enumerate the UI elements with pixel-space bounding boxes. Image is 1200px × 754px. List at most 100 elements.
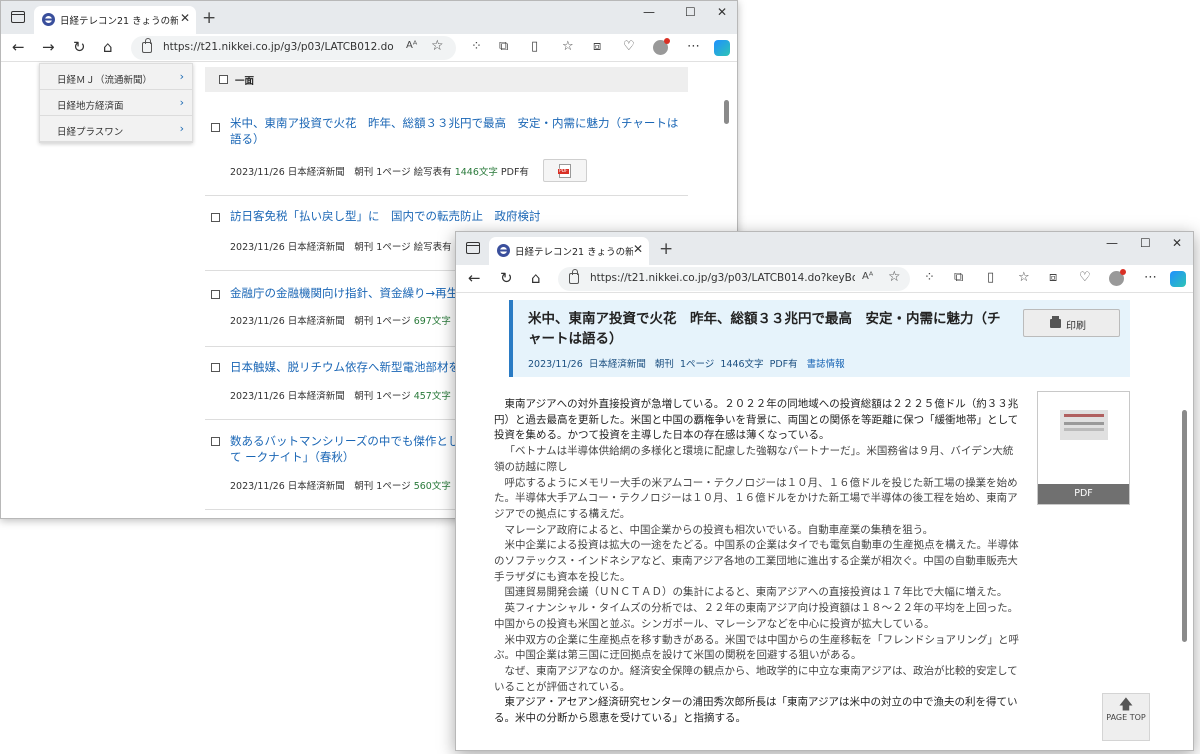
article-checkbox[interactable]	[211, 213, 220, 222]
section-checkbox[interactable]	[219, 75, 228, 84]
minimize-icon[interactable]: —	[643, 5, 655, 19]
profile-avatar[interactable]	[653, 38, 670, 55]
pdf-button[interactable]	[543, 159, 587, 182]
paragraph: 東アジア・アセアン経済研究センターの浦田秀次郎所長は「東南アジアは米中の対立の中…	[494, 696, 1018, 725]
back-icon[interactable]: ←	[12, 38, 25, 56]
print-button[interactable]: 印刷	[1023, 309, 1120, 337]
read-aloud-icon[interactable]: Aᴬ	[862, 271, 873, 282]
close-tab-icon[interactable]: ✕	[633, 242, 643, 256]
read-aloud-icon[interactable]: Aᴬ	[406, 40, 417, 51]
chevron-right-icon: ›	[179, 96, 184, 109]
favorite-star-icon[interactable]: ☆	[431, 38, 444, 54]
new-tab-icon[interactable]: +	[202, 8, 216, 28]
menu-item-label: 日経地方経済面	[57, 101, 124, 112]
scrollbar-thumb[interactable]	[1182, 410, 1187, 642]
favorites-icon[interactable]: ☆	[562, 39, 574, 54]
lock-icon	[569, 269, 579, 284]
article-meta: 2023/11/26 日本経済新聞 朝刊 1ページ 1446文字 PDF有 書誌…	[528, 359, 845, 370]
section-label: 一面	[235, 76, 255, 87]
refresh-icon[interactable]: ↻	[500, 269, 513, 287]
article-checkbox[interactable]	[211, 123, 220, 132]
maximize-icon[interactable]: ☐	[1140, 236, 1151, 250]
tab-headlines[interactable]: 日経テレコン21 きょうの新聞-見出し ✕	[34, 6, 196, 34]
close-window-icon[interactable]: ✕	[1172, 236, 1182, 250]
url-text: https://t21.nikkei.co.jp/g3/p03/LATCB012…	[163, 41, 394, 53]
tab-actions-icon[interactable]	[11, 11, 25, 23]
tab-title: 日経テレコン21 きょうの新聞-本文	[515, 247, 633, 258]
menu-item-plus-one[interactable]: 日経プラスワン ›	[40, 116, 192, 142]
article-headline: 米中、東南ア投資で火花 昨年、総額３３兆円で最高 安定・内需に魅力（チャートは語…	[528, 311, 1001, 347]
favorites-icon[interactable]: ☆	[1018, 270, 1030, 285]
menu-item-label: 日経プラスワン	[57, 127, 124, 138]
article-title-link[interactable]: 訪日客免税「払い戻し型」に 国内での転売防止 政府検討	[230, 208, 680, 224]
maximize-icon[interactable]: ☐	[685, 5, 696, 19]
home-icon[interactable]: ⌂	[531, 269, 541, 287]
article-checkbox[interactable]	[211, 290, 220, 299]
home-icon[interactable]: ⌂	[103, 38, 113, 56]
extension-icon[interactable]: ⁘	[471, 39, 482, 54]
article-checkbox[interactable]	[211, 437, 220, 446]
more-menu-icon[interactable]: ⋯	[1144, 270, 1157, 285]
collections-icon[interactable]: ⧈	[1049, 270, 1057, 285]
browser-essentials-icon[interactable]: ♡	[1079, 270, 1091, 285]
chevron-right-icon: ›	[179, 70, 184, 83]
new-tab-icon[interactable]: +	[659, 239, 673, 259]
more-menu-icon[interactable]: ⋯	[687, 39, 700, 54]
article-meta: 2023/11/26 日本経済新聞 朝刊 1ページ 697文字	[230, 316, 451, 327]
address-toolbar: ← → ↻ ⌂ https://t21.nikkei.co.jp/g3/p03/…	[1, 34, 737, 62]
menu-item-label: 日経ＭＪ（流通新聞）	[57, 75, 153, 86]
nikkei-favicon-icon	[497, 244, 510, 257]
collections-icon[interactable]: ⧈	[593, 39, 601, 54]
tab-title: 日経テレコン21 きょうの新聞-見出し	[60, 16, 178, 27]
address-toolbar: ← ↻ ⌂ https://t21.nikkei.co.jp/g3/p03/LA…	[456, 265, 1193, 293]
paragraph: 米中企業による投資は拡大の一途をたどる。中国系の企業はタイでも電気自動車の生産拠…	[494, 539, 1019, 583]
bibliographic-info-link[interactable]: 書誌情報	[807, 359, 845, 370]
tab-article[interactable]: 日経テレコン21 きょうの新聞-本文 ✕	[489, 237, 649, 265]
forward-icon[interactable]: →	[42, 38, 55, 56]
article-header: 米中、東南ア投資で火花 昨年、総額３３兆円で最高 安定・内需に魅力（チャートは語…	[509, 300, 1130, 377]
menu-item-regional[interactable]: 日経地方経済面 ›	[40, 90, 192, 116]
tab-strip: 日経テレコン21 きょうの新聞-見出し ✕ + — ☐ ✕	[1, 1, 737, 34]
article-title-link[interactable]: 数あるバットマンシリーズの中でも傑作として ークナイト」（春秋）	[230, 433, 470, 465]
address-bar[interactable]: https://t21.nikkei.co.jp/g3/p03/LATCB014…	[558, 267, 910, 291]
split-screen-icon[interactable]: ▯	[987, 270, 994, 285]
paragraph: 英フィナンシャル・タイムズの分析では、２２年の東南アジア向け投資額は１８～２２年…	[494, 602, 1019, 630]
browser-window-article: 日経テレコン21 きょうの新聞-本文 ✕ + — ☐ ✕ ← ↻ ⌂ https…	[455, 231, 1194, 751]
back-icon[interactable]: ←	[468, 269, 481, 287]
article-meta: 2023/11/26 日本経済新聞 朝刊 1ページ 560文字	[230, 481, 451, 492]
paragraph: 呼応するようにメモリー大手の米アムコー・テクノロジーは１０月、１６億ドルを投じた…	[494, 476, 1018, 520]
extensions-puzzle-icon[interactable]: ⧉	[954, 270, 963, 285]
tab-actions-icon[interactable]	[466, 242, 480, 254]
split-screen-icon[interactable]: ▯	[531, 39, 538, 54]
article-item: 米中、東南ア投資で火花 昨年、総額３３兆円で最高 安定・内需に魅力（チャートは語…	[205, 115, 688, 196]
page-top-button[interactable]: 🡅 PAGE TOP	[1102, 693, 1150, 741]
page-preview-image	[1060, 410, 1108, 440]
browser-essentials-icon[interactable]: ♡	[623, 39, 635, 54]
nikkei-favicon-icon	[42, 13, 55, 26]
scrollbar-thumb[interactable]	[724, 100, 729, 124]
minimize-icon[interactable]: —	[1106, 236, 1118, 250]
section-header: 一面	[205, 67, 688, 92]
refresh-icon[interactable]: ↻	[73, 38, 86, 56]
article-body: 東南アジアへの対外直接投資が急増している。２０２２年の同地域への投資総額は２２２…	[494, 397, 1022, 727]
pdf-thumbnail[interactable]: PDF	[1037, 391, 1130, 505]
extension-icon[interactable]: ⁘	[924, 270, 935, 285]
close-window-icon[interactable]: ✕	[717, 5, 727, 19]
extensions-puzzle-icon[interactable]: ⧉	[499, 39, 508, 54]
article-title-link[interactable]: 米中、東南ア投資で火花 昨年、総額３３兆円で最高 安定・内需に魅力（チャートは語…	[230, 115, 680, 147]
paragraph: なぜ、東南アジアなのか。経済安全保障の観点から、地政学的に中立な東南アジアは、政…	[494, 664, 1018, 693]
arrow-up-icon: 🡅	[1118, 697, 1134, 713]
profile-avatar[interactable]	[1109, 269, 1126, 286]
favorite-star-icon[interactable]: ☆	[888, 269, 901, 285]
address-bar[interactable]: https://t21.nikkei.co.jp/g3/p03/LATCB012…	[131, 36, 456, 60]
article-checkbox[interactable]	[211, 363, 220, 372]
copilot-icon[interactable]	[1170, 271, 1186, 287]
close-tab-icon[interactable]: ✕	[180, 11, 190, 25]
copilot-icon[interactable]	[714, 40, 730, 56]
article-meta: 2023/11/26 日本経済新聞 朝刊 1ページ 絵写表有	[230, 242, 452, 253]
menu-item-nikkei-mj[interactable]: 日経ＭＪ（流通新聞） ›	[40, 64, 192, 90]
pdf-icon	[558, 164, 571, 178]
paragraph: 米中双方の企業に生産拠点を移す動きがある。米国では中国からの生産移転を「フレンド…	[494, 633, 1019, 662]
paragraph: 「ベトナムは半導体供給網の多様化と環境に配慮した強靱なパートナーだ」。米国務省は…	[494, 445, 1014, 473]
paper-menu: 日経ＭＪ（流通新聞） › 日経地方経済面 › 日経プラスワン ›	[39, 63, 193, 143]
